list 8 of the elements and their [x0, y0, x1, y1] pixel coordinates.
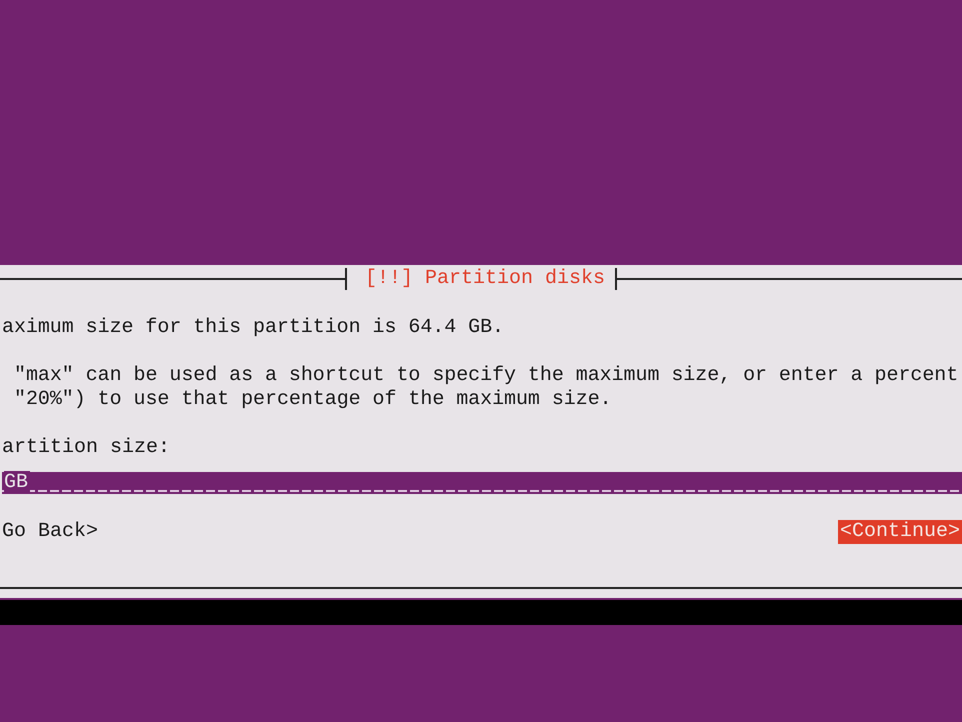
dialog-title: [!!] Partition disks — [364, 267, 606, 291]
back-button[interactable]: Go Back> — [2, 520, 98, 544]
description-text: "max" can be used as a shortcut to specify the maximum size, or enter a percent — [14, 364, 960, 388]
description-text: "20%") to use that percentage of the maximum size. — [14, 388, 613, 412]
continue-button[interactable]: <Continue> — [838, 520, 962, 544]
description-text: aximum size for this partition is 64.4 GB. — [2, 316, 505, 340]
prompt-label: artition size: — [2, 436, 172, 460]
input-field[interactable]: GB — [2, 472, 962, 494]
